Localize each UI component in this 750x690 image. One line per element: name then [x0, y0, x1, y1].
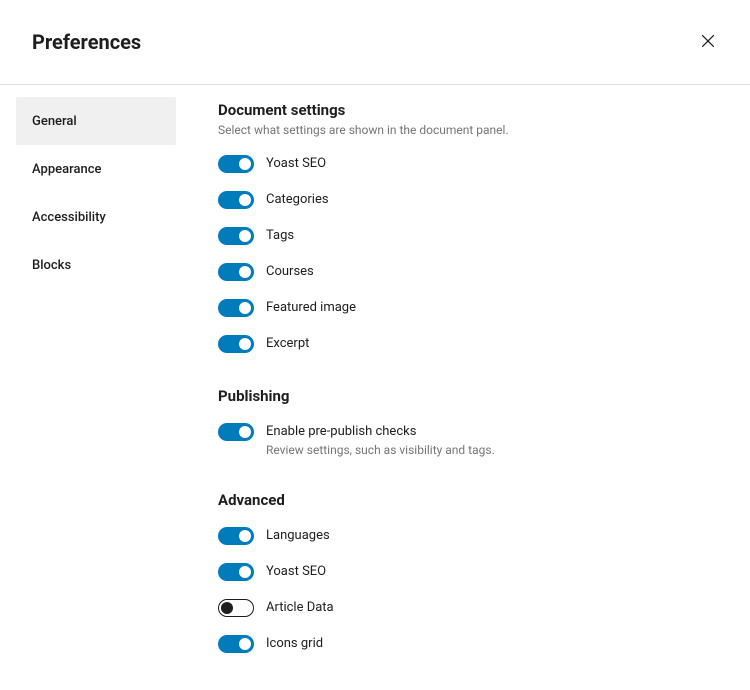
toggle-label: Yoast SEO	[266, 563, 326, 581]
toggle-excerpt[interactable]	[218, 335, 254, 353]
tab-blocks[interactable]: Blocks	[16, 241, 176, 289]
section-desc: Select what settings are shown in the do…	[218, 123, 718, 137]
tab-general[interactable]: General	[16, 97, 176, 145]
section-publishing: Publishing Enable pre-publish checks Rev…	[218, 387, 718, 457]
toggle-label: Languages	[266, 527, 330, 545]
section-title: Publishing	[218, 387, 718, 405]
toggle-label: Categories	[266, 191, 329, 209]
toggle-label: Excerpt	[266, 335, 309, 353]
close-icon	[698, 31, 718, 54]
toggle-categories[interactable]	[218, 191, 254, 209]
toggle-featured-image[interactable]	[218, 299, 254, 317]
section-advanced: Advanced Languages Yoast SEO Article Dat…	[218, 491, 718, 653]
tab-label: Blocks	[32, 258, 71, 273]
toggle-label: Yoast SEO	[266, 155, 326, 173]
toggle-yoast-seo[interactable]	[218, 155, 254, 173]
toggle-courses[interactable]	[218, 263, 254, 281]
tab-label: Accessibility	[32, 210, 106, 225]
toggle-label: Icons grid	[266, 635, 323, 653]
tab-accessibility[interactable]: Accessibility	[16, 193, 176, 241]
section-title: Advanced	[218, 491, 718, 509]
toggle-prepublish-checks[interactable]	[218, 423, 254, 441]
toggle-tags[interactable]	[218, 227, 254, 245]
close-button[interactable]	[690, 24, 726, 60]
toggle-label: Enable pre-publish checks	[266, 423, 495, 441]
toggle-label: Courses	[266, 263, 314, 281]
tab-label: Appearance	[32, 162, 101, 177]
toggle-icons-grid[interactable]	[218, 635, 254, 653]
toggle-sublabel: Review settings, such as visibility and …	[266, 443, 495, 457]
toggle-label: Article Data	[266, 599, 334, 617]
toggle-languages[interactable]	[218, 527, 254, 545]
main-panel: Document settings Select what settings a…	[176, 85, 750, 690]
modal-title: Preferences	[32, 30, 141, 54]
toggle-yoast-seo-advanced[interactable]	[218, 563, 254, 581]
sidebar: General Appearance Accessibility Blocks	[0, 85, 176, 690]
toggle-label: Tags	[266, 227, 294, 245]
tab-appearance[interactable]: Appearance	[16, 145, 176, 193]
section-document-settings: Document settings Select what settings a…	[218, 101, 718, 353]
tab-label: General	[32, 114, 77, 129]
toggle-article-data[interactable]	[218, 599, 254, 617]
toggle-label: Featured image	[266, 299, 356, 317]
section-title: Document settings	[218, 101, 718, 119]
